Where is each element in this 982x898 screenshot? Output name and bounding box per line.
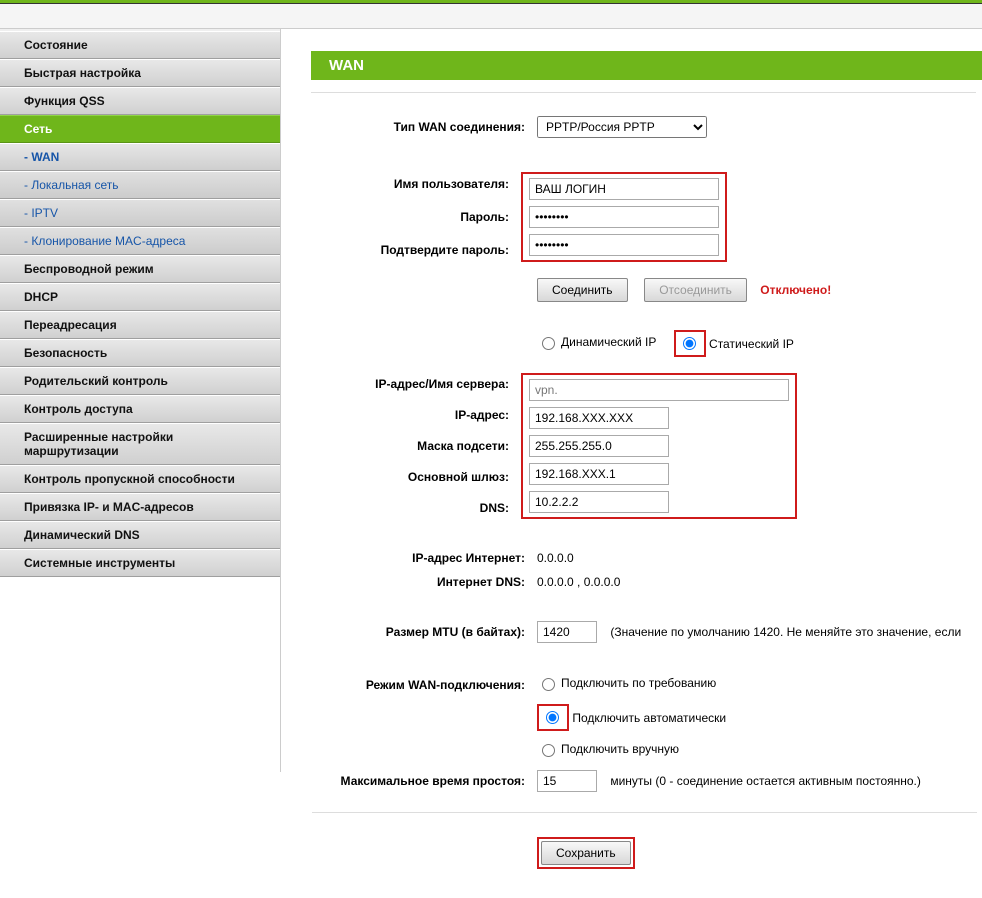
sidebar-item-system-tools[interactable]: Системные инструменты: [0, 549, 280, 577]
static-ip-option[interactable]: Статический IP: [674, 330, 794, 357]
save-button[interactable]: Сохранить: [541, 841, 631, 865]
dynamic-ip-radio[interactable]: [542, 337, 555, 350]
disconnect-button[interactable]: Отсоединить: [644, 278, 747, 302]
mode-manual-label: Подключить вручную: [561, 742, 679, 756]
label-inet-ip: IP-адрес Интернет:: [311, 550, 531, 566]
connect-button[interactable]: Соединить: [537, 278, 628, 302]
label-conn-type: Тип WAN соединения:: [311, 115, 531, 139]
separator: [311, 92, 976, 93]
confirm-password-input[interactable]: [529, 234, 719, 256]
label-server: IP-адрес/Имя сервера:: [311, 372, 515, 397]
idle-note: минуты (0 - соединение остается активным…: [610, 774, 921, 788]
sidebar-item-lan[interactable]: - Локальная сеть: [0, 171, 280, 199]
label-mask: Маска подсети:: [311, 434, 515, 459]
separator-bottom: [312, 812, 977, 813]
mode-auto-highlight: [537, 704, 569, 731]
password-input[interactable]: [529, 206, 719, 228]
static-ip-label: Статический IP: [709, 337, 794, 351]
wan-form: Тип WAN соединения: PPTP/Россия PPTP Имя…: [311, 107, 978, 878]
connection-status: Отключено!: [760, 283, 831, 297]
mode-auto-option[interactable]: Подключить автоматически: [537, 704, 726, 731]
sidebar-item-routing[interactable]: Расширенные настройки маршрутизации: [0, 423, 280, 465]
mtu-input[interactable]: [537, 621, 597, 643]
static-ip-radio[interactable]: [683, 337, 696, 350]
static-ip-radio-highlight: [674, 330, 706, 357]
label-ip: IP-адрес:: [311, 403, 515, 428]
label-inet-dns: Интернет DNS:: [311, 574, 531, 590]
static-ip-highlight: [521, 373, 797, 519]
label-gateway: Основной шлюз:: [311, 464, 515, 489]
save-highlight: Сохранить: [537, 837, 635, 869]
layout: Состояние Быстрая настройка Функция QSS …: [0, 29, 982, 898]
page-title: WAN: [311, 51, 982, 80]
mode-manual-option[interactable]: Подключить вручную: [537, 741, 679, 757]
dynamic-ip-label: Динамический IP: [561, 335, 656, 349]
sidebar: Состояние Быстрая настройка Функция QSS …: [0, 29, 280, 577]
sidebar-item-dhcp[interactable]: DHCP: [0, 283, 280, 311]
sidebar-item-qss[interactable]: Функция QSS: [0, 87, 280, 115]
idle-input[interactable]: [537, 770, 597, 792]
mode-auto-radio[interactable]: [546, 711, 559, 724]
credentials-highlight: [521, 172, 727, 262]
label-mtu: Размер MTU (в байтах):: [311, 620, 531, 644]
mode-auto-label: Подключить автоматически: [572, 711, 726, 725]
sidebar-item-status[interactable]: Состояние: [0, 31, 280, 59]
gateway-input[interactable]: [529, 463, 669, 485]
sidebar-item-mac-clone[interactable]: - Клонирование MAC-адреса: [0, 227, 280, 255]
mode-manual-radio[interactable]: [542, 744, 555, 757]
inet-dns-value: 0.0.0.0 , 0.0.0.0: [531, 574, 978, 590]
mode-demand-label: Подключить по требованию: [561, 676, 716, 690]
sidebar-item-iptv[interactable]: - IPTV: [0, 199, 280, 227]
conn-type-select[interactable]: PPTP/Россия PPTP: [537, 116, 707, 138]
label-password: Пароль:: [311, 204, 515, 231]
inet-ip-value: 0.0.0.0: [531, 550, 978, 566]
sidebar-item-wireless[interactable]: Беспроводной режим: [0, 255, 280, 283]
header-band: [0, 4, 982, 29]
dns-input[interactable]: [529, 491, 669, 513]
sidebar-item-access-control[interactable]: Контроль доступа: [0, 395, 280, 423]
sidebar-item-network[interactable]: Сеть: [0, 115, 280, 143]
mode-demand-radio[interactable]: [542, 678, 555, 691]
sidebar-item-security[interactable]: Безопасность: [0, 339, 280, 367]
sidebar-item-parental[interactable]: Родительский контроль: [0, 367, 280, 395]
label-wan-mode: Режим WAN-подключения:: [311, 674, 531, 695]
sidebar-item-forwarding[interactable]: Переадресация: [0, 311, 280, 339]
label-confirm: Подтвердите пароль:: [311, 236, 515, 263]
content: WAN Тип WAN соединения: PPTP/Россия PPTP…: [281, 29, 982, 898]
ip-input[interactable]: [529, 407, 669, 429]
label-dns: DNS:: [311, 495, 515, 520]
mode-demand-option[interactable]: Подключить по требованию: [537, 675, 716, 691]
mask-input[interactable]: [529, 435, 669, 457]
sidebar-item-ip-mac-binding[interactable]: Привязка IP- и MAC-адресов: [0, 493, 280, 521]
label-username: Имя пользователя:: [311, 171, 515, 198]
sidebar-item-ddns[interactable]: Динамический DNS: [0, 521, 280, 549]
mtu-note: (Значение по умолчанию 1420. Не меняйте …: [610, 625, 961, 639]
sidebar-item-bandwidth[interactable]: Контроль пропускной способности: [0, 465, 280, 493]
server-input[interactable]: [529, 379, 789, 401]
sidebar-item-wan[interactable]: - WAN: [0, 143, 280, 171]
sidebar-item-quick-setup[interactable]: Быстрая настройка: [0, 59, 280, 87]
username-input[interactable]: [529, 178, 719, 200]
dynamic-ip-option[interactable]: Динамический IP: [537, 334, 656, 350]
